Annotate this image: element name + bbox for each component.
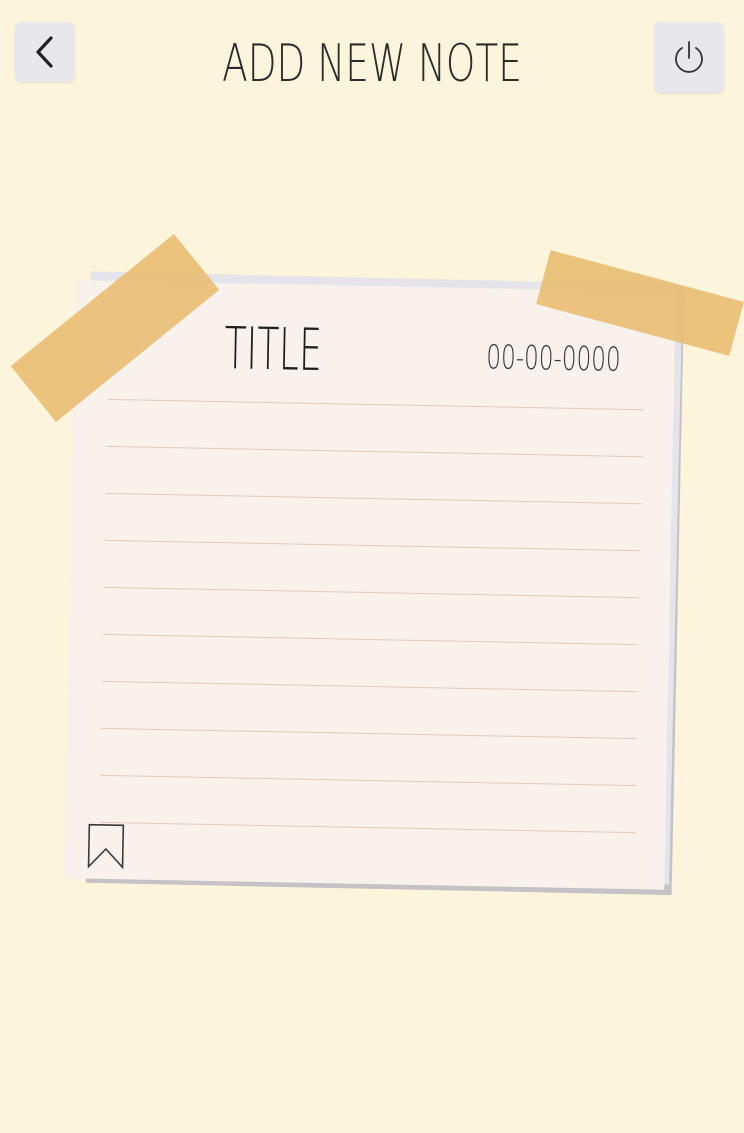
ruled-line — [102, 680, 639, 693]
ruled-line — [102, 633, 639, 646]
ruled-line — [101, 727, 638, 740]
page-title: ADD NEW NOTE — [222, 34, 522, 94]
note-area: TITLE 00-00-0000 — [0, 0, 744, 1133]
ruled-line — [99, 821, 636, 834]
power-button[interactable] — [654, 22, 724, 93]
chevron-left-icon — [36, 36, 53, 68]
bookmark-icon[interactable] — [87, 823, 126, 870]
note-date[interactable]: 00-00-0000 — [486, 337, 621, 379]
note-title[interactable]: TITLE — [224, 314, 323, 384]
power-icon — [675, 40, 703, 73]
ruled-line — [103, 586, 640, 599]
note-paper[interactable]: TITLE 00-00-0000 — [64, 280, 676, 890]
ruled-line — [105, 492, 642, 505]
ruled-line — [104, 539, 641, 552]
ruled-line — [106, 445, 643, 458]
back-button[interactable] — [15, 22, 75, 82]
ruled-line — [100, 774, 637, 787]
ruled-line — [107, 398, 644, 411]
